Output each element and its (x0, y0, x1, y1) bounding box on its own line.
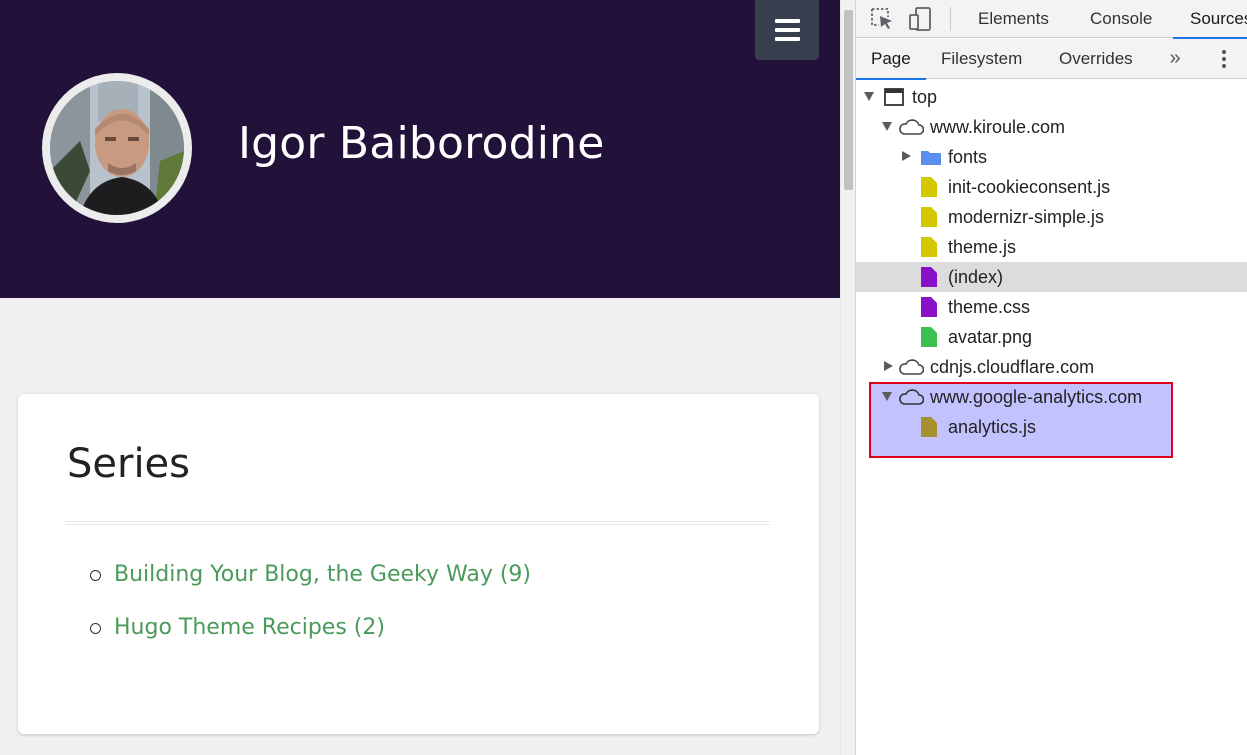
avatar-photo (50, 81, 184, 215)
series-link-building-blog[interactable]: Building Your Blog, the Geeky Way (9) (114, 562, 531, 587)
tree-label: www.kiroule.com (930, 117, 1066, 137)
series-card: Series Building Your Blog, the Geeky Way… (18, 394, 819, 734)
divider (66, 521, 770, 525)
collapse-arrow-icon[interactable] (884, 361, 893, 371)
tree-label: www.google-analytics.com (930, 387, 1143, 407)
menu-button[interactable] (755, 0, 819, 60)
kebab-menu-icon[interactable] (1218, 47, 1230, 71)
tree-row-file-modernizr[interactable]: modernizr-simple.js (856, 202, 1247, 232)
tree-label: theme.css (948, 297, 1031, 317)
js-file-icon (920, 236, 938, 263)
tab-sources[interactable]: Sources (1172, 0, 1247, 39)
cloud-icon (898, 359, 925, 380)
expand-arrow-icon[interactable] (882, 122, 892, 131)
document-file-icon (920, 266, 938, 293)
tree-row-file-theme-css[interactable]: theme.css (856, 292, 1247, 322)
devtools-panel: Elements Console Sources Page Filesystem… (856, 0, 1247, 755)
list-item: Building Your Blog, the Geeky Way (9) (90, 562, 531, 615)
tab-console[interactable]: Console (1090, 0, 1152, 38)
css-file-icon (920, 296, 938, 323)
tree-label: fonts (948, 147, 988, 167)
tree-label: analytics.js (948, 417, 1037, 437)
circle-bullet-icon (90, 570, 101, 581)
tree-row-origin-cdnjs[interactable]: cdnjs.cloudflare.com (856, 352, 1247, 382)
chevron-double-right-icon[interactable]: » (1164, 47, 1186, 71)
scrollbar-thumb[interactable] (844, 10, 853, 190)
series-link-hugo-recipes[interactable]: Hugo Theme Recipes (2) (114, 615, 385, 640)
series-list: Building Your Blog, the Geeky Way (9) Hu… (90, 562, 531, 668)
website-viewport: Igor Baiborodine Series Building Your Bl… (0, 0, 840, 755)
hamburger-icon-bar (774, 37, 800, 41)
expand-arrow-icon[interactable] (864, 92, 874, 101)
tree-row-file-index[interactable]: (index) (856, 262, 1247, 292)
circle-bullet-icon (90, 623, 101, 634)
site-title: Igor Baiborodine (238, 118, 605, 169)
tree-row-origin-google-analytics[interactable]: www.google-analytics.com (856, 382, 1247, 412)
tree-label: modernizr-simple.js (948, 207, 1105, 227)
expand-arrow-icon[interactable] (882, 392, 892, 401)
list-item: Hugo Theme Recipes (2) (90, 615, 531, 668)
series-heading: Series (67, 441, 191, 487)
avatar[interactable] (42, 73, 192, 223)
tree-row-top[interactable]: top (856, 82, 1247, 112)
tree-label: theme.js (948, 237, 1017, 257)
page-scrollbar[interactable] (840, 0, 856, 755)
subtab-page[interactable]: Page (856, 39, 926, 80)
collapse-arrow-icon[interactable] (902, 151, 911, 161)
tree-row-file-theme-js[interactable]: theme.js (856, 232, 1247, 262)
subtab-filesystem[interactable]: Filesystem (941, 39, 1022, 79)
devtools-main-toolbar: Elements Console Sources (856, 0, 1247, 39)
sources-navigator-tabs: Page Filesystem Overrides » (856, 39, 1247, 80)
frame-window-icon (884, 88, 904, 111)
js-file-icon (920, 206, 938, 233)
js-file-icon (920, 176, 938, 203)
site-header: Igor Baiborodine (0, 0, 840, 298)
tree-label: avatar.png (948, 327, 1033, 347)
image-file-icon (920, 326, 938, 353)
tree-row-file-analytics[interactable]: analytics.js (856, 412, 1247, 442)
tree-label: (index) (948, 267, 1004, 287)
cloud-icon (898, 119, 925, 140)
tree-label: cdnjs.cloudflare.com (930, 357, 1095, 377)
tree-row-file-avatar[interactable]: avatar.png (856, 322, 1247, 352)
toolbar-separator (950, 7, 951, 31)
folder-icon (920, 148, 942, 171)
tab-elements[interactable]: Elements (978, 0, 1049, 38)
device-toolbar-icon[interactable] (908, 6, 934, 32)
tree-row-folder-fonts[interactable]: fonts (856, 142, 1247, 172)
tree-label: top (912, 87, 938, 107)
cloud-icon (898, 389, 925, 410)
js-file-icon (920, 416, 938, 443)
tree-label: init-cookieconsent.js (948, 177, 1111, 197)
tree-row-origin-kiroule[interactable]: www.kiroule.com (856, 112, 1247, 142)
subtab-overrides[interactable]: Overrides (1059, 39, 1133, 79)
inspect-element-icon[interactable] (869, 6, 895, 32)
hamburger-icon-bar (774, 28, 800, 32)
tree-row-file-init-cookieconsent[interactable]: init-cookieconsent.js (856, 172, 1247, 202)
hamburger-icon (774, 19, 800, 23)
